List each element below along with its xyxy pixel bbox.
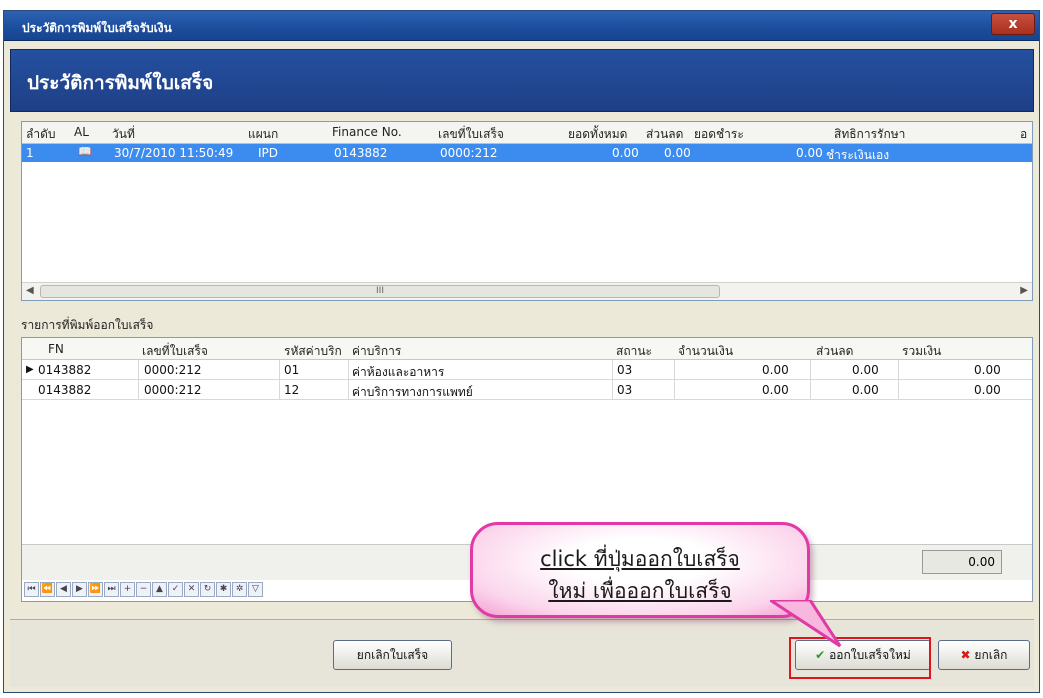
col-finance-no[interactable]: Finance No.: [332, 125, 402, 139]
refresh-icon[interactable]: ↻: [200, 582, 215, 597]
col-total[interactable]: ยอดทั้งหมด: [568, 125, 627, 144]
record-navigator: ⏮ ⏪ ◀ ▶ ⏩ ⏭ + − ▲ ✓ ✕ ↻ ✱ ✲ ▽: [24, 582, 263, 600]
cell-amount: 0.00: [762, 363, 789, 377]
header-banner: ประวัติการพิมพ์ใบเสร็จ: [10, 49, 1034, 112]
col-fn[interactable]: FN: [48, 342, 64, 356]
cell-total: 0.00: [974, 363, 1001, 377]
row-date: 30/7/2010 11:50:49: [114, 146, 234, 160]
grand-total: 0.00: [922, 550, 1002, 574]
history-grid[interactable]: ลำดับ AL วันที่ แผนก Finance No. เลขที่ใ…: [21, 121, 1033, 301]
scroll-left-icon[interactable]: ◀: [26, 285, 34, 296]
section-label: รายการที่พิมพ์ออกใบเสร็จ: [21, 318, 154, 332]
col-status[interactable]: สถานะ: [616, 342, 652, 361]
cancel-receipt-button[interactable]: ยกเลิกใบเสร็จ: [333, 640, 452, 670]
last-record-icon[interactable]: ⏭: [104, 582, 119, 597]
cell-discount: 0.00: [852, 363, 879, 377]
col-receipt-no[interactable]: เลขที่ใบเสร็จ: [438, 125, 504, 144]
col-seq[interactable]: ลำดับ: [26, 125, 56, 144]
row-finance-no: 0143882: [334, 146, 388, 160]
table-row[interactable]: 1 📖 30/7/2010 11:50:49 IPD 0143882 0000:…: [22, 144, 1032, 162]
callout-line-1: click ที่ปุ่มออกใบเสร็จ: [540, 547, 740, 571]
cell-discount: 0.00: [852, 383, 879, 397]
title-bar: ประวัติการพิมพ์ใบเสร็จรับเงิน x: [4, 11, 1039, 41]
col-more[interactable]: อ: [1020, 125, 1027, 144]
remove-icon[interactable]: −: [136, 582, 151, 597]
col-right[interactable]: สิทธิการรักษา: [834, 125, 905, 144]
star-icon[interactable]: ✱: [216, 582, 231, 597]
row-seq: 1: [26, 146, 34, 160]
scroll-thumb[interactable]: III: [40, 285, 720, 298]
next-page-icon[interactable]: ⏩: [88, 582, 103, 597]
cell-receipt-no: 0000:212: [144, 383, 202, 397]
table-row[interactable]: ▶ 0143882 0000:212 01 ค่าห้องและอาหาร 03…: [22, 360, 1032, 380]
cell-total: 0.00: [974, 383, 1001, 397]
cell-status: 03: [617, 383, 633, 397]
row-dept: IPD: [258, 146, 279, 160]
page-title: ประวัติการพิมพ์ใบเสร็จ: [27, 72, 214, 94]
filter-icon[interactable]: ▽: [248, 582, 263, 597]
table-row[interactable]: 0143882 0000:212 12 ค่าบริการทางการแพทย์…: [22, 380, 1032, 400]
star-alt-icon[interactable]: ✲: [232, 582, 247, 597]
col-service[interactable]: ค่าบริการ: [352, 342, 401, 361]
col-dept[interactable]: แผนก: [248, 125, 278, 144]
col-amount[interactable]: จำนวนเงิน: [678, 342, 733, 361]
detail-grid-header: FN เลขที่ใบเสร็จ รหัสค่าบริก ค่าบริการ ส…: [22, 338, 1032, 360]
col-paid[interactable]: ยอดชำระ: [694, 125, 744, 144]
cell-fn: 0143882: [38, 383, 92, 397]
book-icon: 📖: [78, 145, 92, 158]
add-icon[interactable]: +: [120, 582, 135, 597]
x-icon: ✖: [960, 648, 971, 662]
next-record-icon[interactable]: ▶: [72, 582, 87, 597]
cancel-edit-icon[interactable]: ✕: [184, 582, 199, 597]
cell-service: ค่าบริการทางการแพทย์: [352, 385, 473, 399]
callout-line-2: ใหม่ เพื่อออกใบเสร็จ: [548, 579, 732, 603]
prev-page-icon[interactable]: ⏪: [40, 582, 55, 597]
scroll-right-icon[interactable]: ▶: [1020, 285, 1028, 296]
callout-pointer: [770, 600, 842, 648]
row-total: 0.00: [612, 146, 639, 160]
row-discount: 0.00: [664, 146, 691, 160]
row-receipt-no: 0000:212: [440, 146, 498, 160]
row-paid: 0.00: [796, 146, 823, 160]
up-icon[interactable]: ▲: [152, 582, 167, 597]
close-button[interactable]: x: [991, 13, 1035, 35]
first-record-icon[interactable]: ⏮: [24, 582, 39, 597]
check-icon[interactable]: ✓: [168, 582, 183, 597]
row-right: ชำระเงินเอง: [826, 148, 890, 162]
prev-record-icon[interactable]: ◀: [56, 582, 71, 597]
window-title: ประวัติการพิมพ์ใบเสร็จรับเงิน: [22, 21, 172, 35]
col-code[interactable]: รหัสค่าบริก: [284, 342, 342, 361]
col-al[interactable]: AL: [74, 125, 89, 139]
cell-code: 12: [284, 383, 300, 397]
col-discount[interactable]: ส่วนลด: [646, 125, 683, 144]
cancel-label: ยกเลิก: [974, 648, 1008, 662]
cell-receipt-no: 0000:212: [144, 363, 202, 377]
history-scrollbar[interactable]: ◀ III ▶: [22, 282, 1032, 300]
cell-amount: 0.00: [762, 383, 789, 397]
col-discount[interactable]: ส่วนลด: [816, 342, 853, 361]
col-total[interactable]: รวมเงิน: [902, 342, 941, 361]
history-grid-header: ลำดับ AL วันที่ แผนก Finance No. เลขที่ใ…: [22, 122, 1032, 144]
cell-status: 03: [617, 363, 633, 377]
col-date[interactable]: วันที่: [112, 125, 135, 144]
col-receipt-no[interactable]: เลขที่ใบเสร็จ: [142, 342, 208, 361]
cell-fn: 0143882: [38, 363, 92, 377]
row-pointer-icon: ▶: [26, 364, 34, 375]
callout-bubble: click ที่ปุ่มออกใบเสร็จ ใหม่ เพื่อออกใบเ…: [470, 522, 810, 618]
cell-code: 01: [284, 363, 300, 377]
cancel-button[interactable]: ✖ ยกเลิก: [938, 640, 1030, 670]
